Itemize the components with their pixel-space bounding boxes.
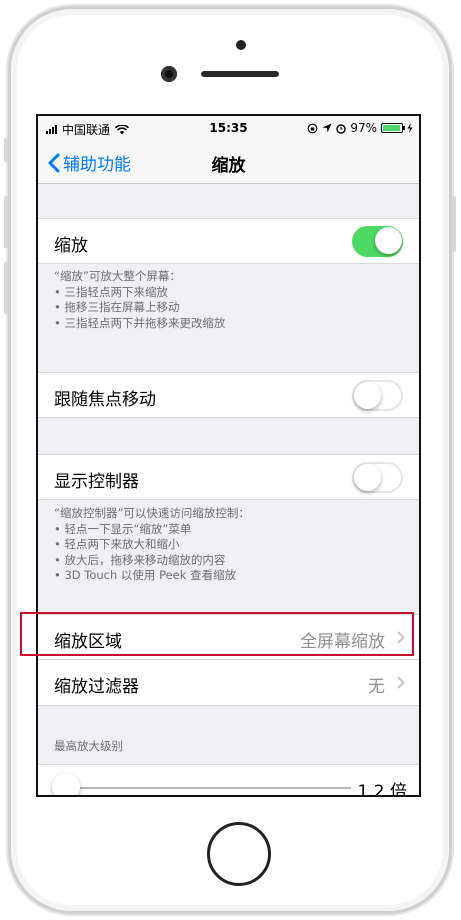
battery-percent: 97% — [350, 121, 377, 135]
follow-focus-label: 跟随焦点移动 — [54, 390, 156, 410]
orientation-lock-icon — [307, 123, 318, 133]
battery-icon — [381, 123, 405, 133]
footer-line: • 拖移三指在屏幕上移动 — [54, 300, 180, 314]
alarm-icon — [336, 123, 347, 134]
max-zoom-value: 1.2 倍 — [357, 782, 407, 797]
chevron-right-icon — [397, 676, 405, 689]
screen: 中国联通 15:35 97% 辅助功能 缩放 缩放 “缩放”可放大整个屏幕： •… — [36, 114, 421, 797]
footer-line: “缩放”可放大整个屏幕： — [54, 269, 181, 283]
show-controller-label: 显示控制器 — [54, 472, 139, 492]
footer-line: • 三指轻点两下并拖移来更改缩放 — [54, 315, 226, 330]
show-controller-switch[interactable] — [352, 462, 403, 493]
footer-line: • 轻点一下显示“缩放”菜单 — [54, 521, 192, 536]
front-camera — [161, 66, 177, 82]
home-button[interactable] — [207, 822, 271, 886]
footer-line: • 轻点两下来放大和缩小 — [54, 537, 180, 551]
silent-switch — [4, 138, 8, 162]
power-button — [452, 196, 456, 252]
proximity-sensor — [236, 40, 246, 50]
zoom-footer: “缩放”可放大整个屏幕： • 三指轻点两下来缩放 • 拖移三指在屏幕上移动 • … — [54, 269, 405, 331]
zoom-toggle-row: 缩放 — [38, 218, 419, 264]
page-title: 缩放 — [211, 156, 246, 176]
footer-line: “缩放控制器”可以快速访问缩放控制： — [54, 506, 250, 520]
max-zoom-slider-track[interactable] — [68, 787, 351, 789]
follow-focus-switch[interactable] — [352, 380, 403, 411]
navigation-bar: 辅助功能 缩放 — [38, 140, 419, 184]
controller-footer: “缩放控制器”可以快速访问缩放控制： • 轻点一下显示“缩放”菜单 • 轻点两下… — [54, 506, 405, 584]
zoom-switch[interactable] — [352, 226, 403, 257]
charging-icon — [407, 123, 413, 133]
zoom-region-row[interactable]: 缩放区域 全屏幕缩放 — [38, 614, 419, 660]
chevron-right-icon — [397, 631, 405, 644]
footer-line: • 3D Touch 以使用 Peek 查看缩放 — [54, 568, 237, 582]
zoom-region-value: 全屏幕缩放 — [300, 632, 385, 652]
earpiece-speaker — [201, 71, 279, 77]
max-zoom-slider-row: 1.2 倍 — [38, 764, 419, 797]
volume-up-button — [4, 196, 8, 248]
status-bar: 中国联通 15:35 97% — [38, 116, 419, 140]
location-icon — [322, 123, 332, 133]
show-controller-row: 显示控制器 — [38, 454, 419, 500]
footer-line: • 放大后，拖移来移动缩放的内容 — [54, 552, 226, 567]
footer-line: • 三指轻点两下来缩放 — [54, 284, 168, 299]
zoom-filter-row[interactable]: 缩放过滤器 无 — [38, 660, 419, 706]
max-zoom-header: 最高放大级别 — [54, 739, 123, 753]
follow-focus-row: 跟随焦点移动 — [38, 372, 419, 418]
zoom-filter-value: 无 — [368, 677, 385, 697]
zoom-region-label: 缩放区域 — [54, 632, 122, 652]
max-zoom-slider-thumb[interactable] — [52, 773, 80, 795]
volume-down-button — [4, 262, 8, 314]
zoom-filter-label: 缩放过滤器 — [54, 677, 139, 697]
zoom-label: 缩放 — [54, 236, 88, 256]
